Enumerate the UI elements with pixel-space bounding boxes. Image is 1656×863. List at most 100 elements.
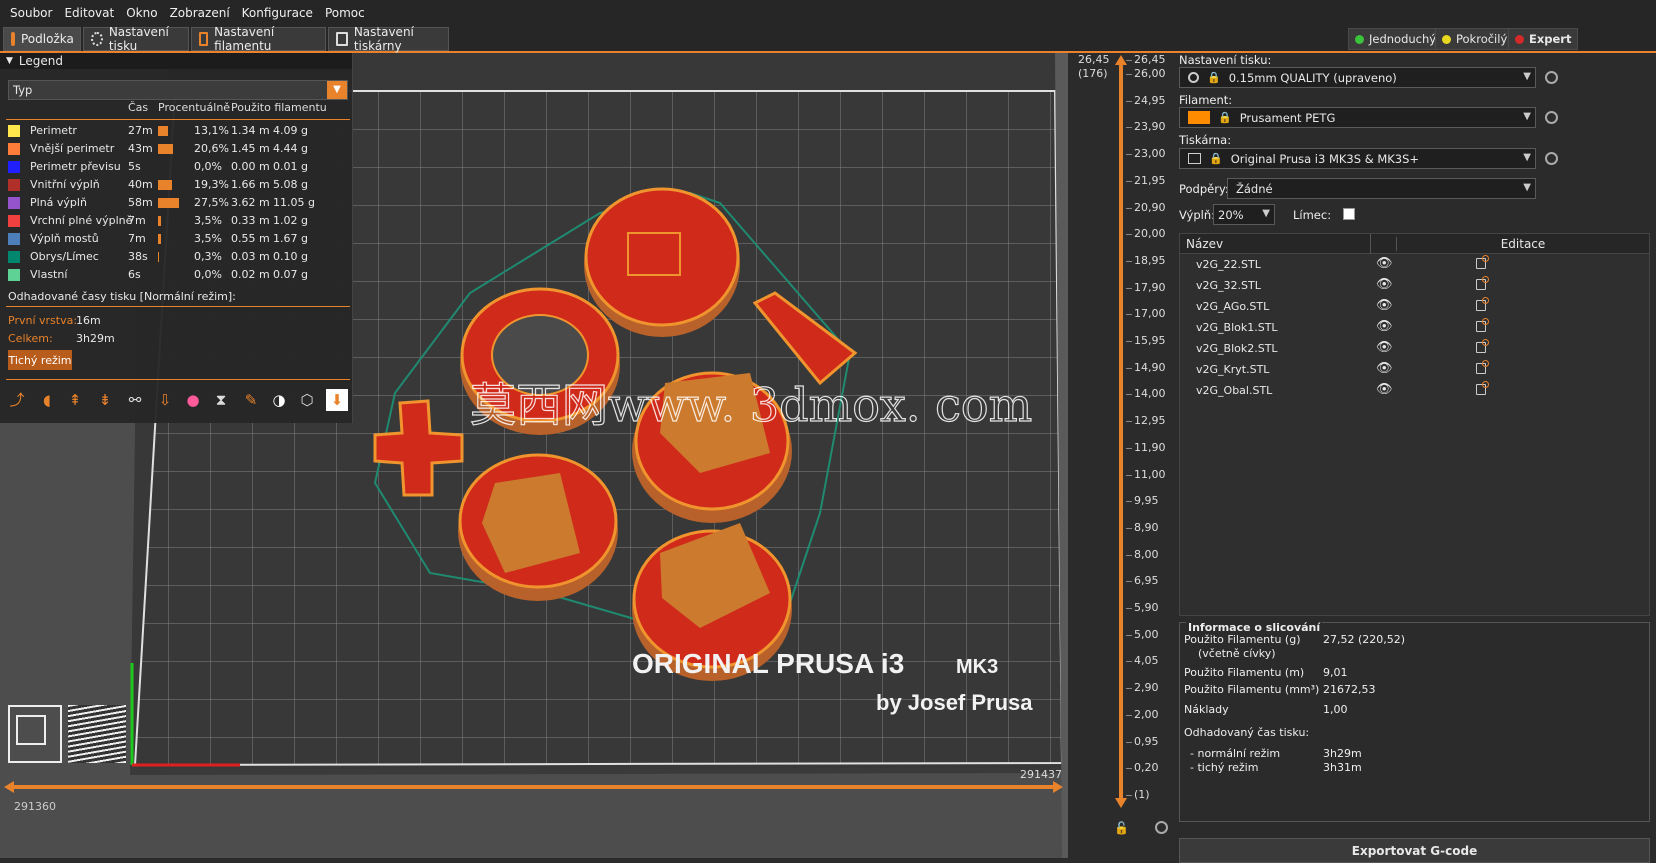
menu-soubor[interactable]: Soubor <box>4 6 58 20</box>
edit-settings-icon[interactable] <box>1476 321 1486 332</box>
eye-icon[interactable]: 👁 <box>1376 277 1393 292</box>
filament-select[interactable]: 🔒 Prusament PETG ▼ <box>1179 107 1536 128</box>
v-slider-tick-mark <box>1126 154 1132 155</box>
tab-plater[interactable]: Podložka <box>3 27 81 51</box>
legend-color-swatch <box>8 143 20 155</box>
eye-icon[interactable]: 👁 <box>1376 340 1393 355</box>
mode-simple-button[interactable]: Jednoduchý <box>1348 28 1443 50</box>
v-slider-tick-label: 20,00 <box>1134 227 1166 240</box>
center-of-gravity-icon[interactable]: ◑ <box>268 389 290 411</box>
filament-gear-icon[interactable] <box>1545 111 1558 124</box>
view-3d-button[interactable] <box>8 705 62 763</box>
legend-row-bar <box>158 234 161 244</box>
tab-printer-settings[interactable]: Nastavení tiskárny <box>328 27 449 51</box>
infill-label: Výplň: <box>1179 208 1215 222</box>
tab-print-settings[interactable]: Nastavení tisku <box>83 27 189 51</box>
legend-row[interactable]: Výplň mostů7m3,5%0.55 m1.67 g <box>8 230 348 248</box>
shells-icon[interactable]: ⬡ <box>296 389 318 411</box>
v-slider-track[interactable] <box>1119 63 1123 798</box>
legend-row[interactable]: Perimetr27m13,1%1.34 m4.09 g <box>8 122 348 140</box>
vertical-layer-slider[interactable]: 26,45 (176) 🔓 26,4526,0024,9523,9023,002… <box>1068 53 1173 858</box>
v-slider-tick-mark <box>1126 501 1132 502</box>
right-sidebar: Nastavení tisku: 🔒 0.15mm QUALITY (uprav… <box>1173 53 1656 858</box>
slice-info-value: 3h31m <box>1323 761 1362 774</box>
legend-row-meters: 0.00 m <box>231 160 270 173</box>
legend-type-select[interactable]: Typ ▼ <box>8 80 348 100</box>
printer-select[interactable]: 🔒 Original Prusa i3 MK3S & MK3S+ ▼ <box>1179 148 1536 169</box>
v-slider-tick-mark <box>1126 742 1132 743</box>
v-slider-tick-label: 23,90 <box>1134 120 1166 133</box>
eye-icon[interactable]: 👁 <box>1376 382 1393 397</box>
eye-icon[interactable]: 👁 <box>1376 298 1393 313</box>
horizontal-slider-track[interactable] <box>8 785 1060 789</box>
col-time-header: Čas <box>128 101 148 114</box>
legend-row[interactable]: Vrchní plné výplně7m3,5%0.33 m1.02 g <box>8 212 348 230</box>
export-gcode-button[interactable]: Exportovat G-code <box>1179 838 1650 863</box>
edit-settings-icon[interactable] <box>1476 384 1486 395</box>
wipe-icon[interactable]: ◖ <box>36 389 58 411</box>
mode-advanced-button[interactable]: Pokročilý <box>1435 28 1514 50</box>
legend-row[interactable]: Perimetr převisu5s0,0%0.00 m0.01 g <box>8 158 348 176</box>
deretractions-icon[interactable]: ⇟ <box>94 389 116 411</box>
view-layers-button[interactable] <box>68 705 126 763</box>
retractions-icon[interactable]: ⇞ <box>64 389 86 411</box>
total-label: Celkem: <box>8 332 53 345</box>
edit-settings-icon[interactable] <box>1476 279 1486 290</box>
custom-gcode-icon[interactable]: ✎ <box>240 389 262 411</box>
menu-konfigurace[interactable]: Konfigurace <box>236 6 319 20</box>
edit-settings-icon[interactable] <box>1476 258 1486 269</box>
chevron-down-icon: ▼ <box>1523 111 1531 122</box>
edit-settings-icon[interactable] <box>1476 300 1486 311</box>
legend-color-swatch <box>8 215 20 227</box>
legend-row[interactable]: Plná výplň58m27,5%3.62 m11.05 g <box>8 194 348 212</box>
object-list-item[interactable]: v2G_AGo.STL👁 <box>1180 296 1649 317</box>
printer-gear-icon[interactable] <box>1545 152 1558 165</box>
v-slider-tick-label: (1) <box>1134 788 1150 801</box>
chevron-down-icon: ▼ <box>1523 71 1531 82</box>
legend-row[interactable]: Vnější perimetr43m20,6%1.45 m4.44 g <box>8 140 348 158</box>
eye-icon[interactable]: 👁 <box>1376 319 1393 334</box>
legend-row-percent: 0,0% <box>194 268 222 281</box>
legend-row[interactable]: Vnitřní výplň40m19,3%1.66 m5.08 g <box>8 176 348 194</box>
travel-icon[interactable]: ⤴ <box>6 389 28 411</box>
legend-row[interactable]: Vlastní6s0,0%0.02 m0.07 g <box>8 266 348 284</box>
v-slider-bottom-handle[interactable] <box>1115 798 1127 808</box>
pause-icon[interactable]: ⧗ <box>210 389 232 411</box>
menu-okno[interactable]: Okno <box>120 6 163 20</box>
tool-changes-icon[interactable]: ⇩ <box>154 389 176 411</box>
object-list-item[interactable]: v2G_Obal.STL👁 <box>1180 380 1649 401</box>
object-list-item[interactable]: v2G_22.STL👁 <box>1180 254 1649 275</box>
mode-expert-button[interactable]: Expert <box>1508 28 1578 50</box>
legend-row-bar <box>158 180 172 190</box>
print-settings-gear-icon[interactable] <box>1545 71 1558 84</box>
legend-divider <box>6 306 350 307</box>
settings-gear-icon[interactable] <box>1155 821 1168 834</box>
supports-select[interactable]: Žádné ▼ <box>1227 178 1536 199</box>
lock-icon[interactable]: 🔓 <box>1114 821 1129 835</box>
object-list-item[interactable]: v2G_32.STL👁 <box>1180 275 1649 296</box>
infill-select[interactable]: 20% ▼ <box>1213 204 1275 225</box>
object-list-item[interactable]: v2G_Blok2.STL👁 <box>1180 338 1649 359</box>
seams-icon[interactable]: ⚯ <box>124 389 146 411</box>
menu-editovat[interactable]: Editovat <box>58 6 120 20</box>
legend-header[interactable]: ▼ Legend <box>0 53 352 69</box>
chevron-down-icon: ▼ <box>1523 182 1531 193</box>
object-list-item[interactable]: v2G_Blok1.STL👁 <box>1180 317 1649 338</box>
eye-icon[interactable]: 👁 <box>1376 256 1393 271</box>
legend-row-percent: 13,1% <box>194 124 229 137</box>
edit-settings-icon[interactable] <box>1476 363 1486 374</box>
tool-marker-icon[interactable]: ⬇ <box>326 389 348 411</box>
tab-filament-settings[interactable]: Nastavení filamentu <box>191 27 326 51</box>
edit-settings-icon[interactable] <box>1476 342 1486 353</box>
quiet-mode-button[interactable]: Tichý režim <box>8 350 72 370</box>
legend-row-name: Výplň mostů <box>30 232 99 245</box>
color-changes-icon[interactable]: ● <box>182 389 204 411</box>
eye-icon[interactable]: 👁 <box>1376 361 1393 376</box>
legend-row[interactable]: Obrys/Límec38s0,3%0.03 m0.10 g <box>8 248 348 266</box>
object-list-item[interactable]: v2G_Kryt.STL👁 <box>1180 359 1649 380</box>
brim-checkbox[interactable] <box>1343 208 1355 220</box>
print-settings-select[interactable]: 🔒 0.15mm QUALITY (upraveno) ▼ <box>1179 67 1536 88</box>
menu-zobrazeni[interactable]: Zobrazení <box>164 6 236 20</box>
menu-pomoc[interactable]: Pomoc <box>319 6 371 20</box>
v-slider-tick-mark <box>1126 608 1132 609</box>
